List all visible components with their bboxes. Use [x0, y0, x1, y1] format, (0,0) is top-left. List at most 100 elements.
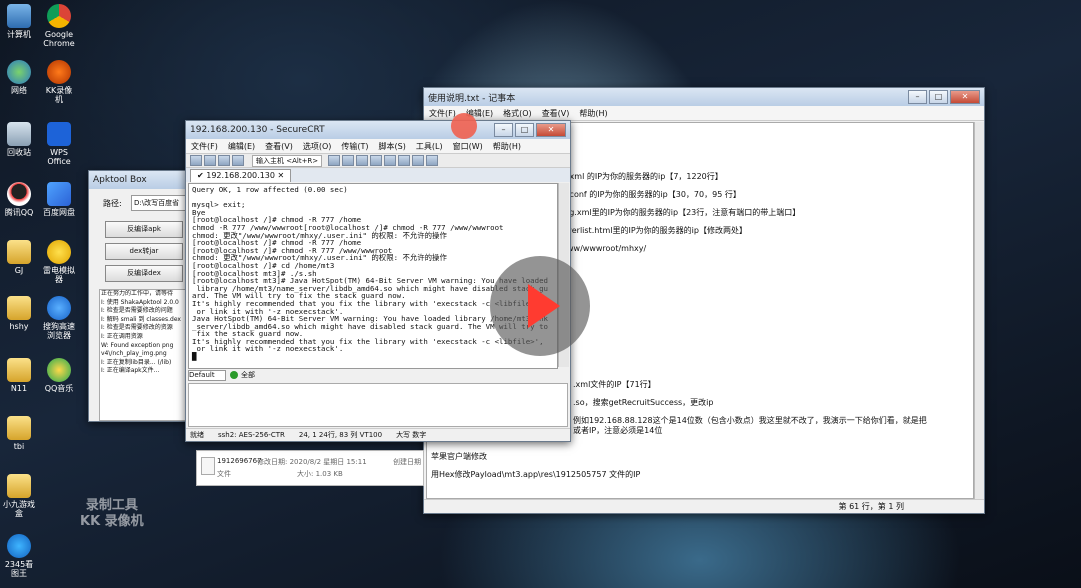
folder-icon: [7, 474, 31, 498]
notepad-scrollbar[interactable]: [974, 122, 984, 499]
close-button[interactable]: ✕: [536, 123, 566, 137]
menu-transfer[interactable]: 传输(T): [336, 141, 373, 152]
log-line: I: 正在编译apk文件...: [101, 367, 160, 375]
desktop-icon[interactable]: 搜狗高速浏览器: [42, 296, 76, 340]
command-window-bar: Default 全部: [188, 369, 568, 381]
print-icon[interactable]: [370, 155, 383, 166]
menu-help[interactable]: 帮助(H): [574, 108, 612, 119]
desktop-icon[interactable]: 百度网盘: [42, 182, 76, 217]
send-target-label[interactable]: 全部: [241, 370, 255, 380]
cursor-position: 第 61 行，第 1 列: [838, 502, 904, 511]
tab-session[interactable]: ✔ 192.168.200.130 ✕: [190, 169, 292, 182]
find-icon[interactable]: [356, 155, 369, 166]
securecrt-titlebar[interactable]: 192.168.200.130 - SecureCRT – □ ✕: [186, 121, 570, 139]
apktool-window[interactable]: Apktool Box 路径: D:\改写百度省 反编译apk dex转jar …: [88, 170, 189, 422]
securecrt-statusbar: 就绪 ssh2: AES-256-CTR 24, 1 24行, 83 列 VT1…: [186, 428, 570, 441]
text-line: ww/wwwroot/mhxy/: [567, 244, 647, 253]
desktop-icon[interactable]: WPS Office: [42, 122, 76, 166]
reconnect-icon[interactable]: [218, 155, 230, 166]
session-selector[interactable]: Default: [188, 369, 226, 381]
desktop-icon[interactable]: 腾讯QQ: [2, 182, 36, 217]
command-input[interactable]: [188, 383, 568, 427]
notepad-statusbar: 第 61 行，第 1 列: [424, 499, 984, 513]
menu-tools[interactable]: 工具(L): [411, 141, 448, 152]
recycle-bin-icon: [7, 122, 31, 146]
maximize-button[interactable]: □: [515, 123, 534, 137]
video-play-button[interactable]: [490, 256, 590, 356]
menu-window[interactable]: 窗口(W): [448, 141, 488, 152]
menu-help[interactable]: 帮助(H): [488, 141, 526, 152]
minimize-button[interactable]: –: [908, 90, 927, 104]
apktool-titlebar[interactable]: Apktool Box: [89, 171, 187, 189]
desktop-icon[interactable]: KK录像机: [42, 60, 76, 104]
text-line: .conf 的IP为你的服务器的ip【30，70，95 行】: [567, 190, 741, 199]
decompile-dex-button[interactable]: 反编译dex: [105, 265, 183, 282]
sftp-icon[interactable]: [398, 155, 411, 166]
menu-view[interactable]: 查看(V): [537, 108, 575, 119]
desktop-icon-label: Google Chrome: [43, 30, 75, 48]
help-icon[interactable]: [426, 155, 439, 166]
menu-file[interactable]: 文件(F): [186, 141, 223, 152]
decompile-apk-button[interactable]: 反编译apk: [105, 221, 183, 238]
menu-options[interactable]: 选项(O): [298, 141, 337, 152]
maximize-button[interactable]: □: [929, 90, 948, 104]
dex-to-jar-button[interactable]: dex转jar: [105, 243, 183, 260]
path-label: 路径:: [103, 199, 122, 208]
securecrt-menubar: 文件(F) 编辑(E) 查看(V) 选项(O) 传输(T) 脚本(S) 工具(L…: [186, 139, 570, 154]
menu-view[interactable]: 查看(V): [260, 141, 298, 152]
apktool-title: Apktool Box: [93, 175, 147, 185]
desktop-icon[interactable]: 回收站: [2, 122, 36, 157]
desktop-icon[interactable]: 雷电模拟器: [42, 240, 76, 284]
desktop-icon-label: KK录像机: [45, 86, 73, 104]
text-line: 用Hex修改Payload\mt3.app\res\1912505757 文件的…: [431, 470, 641, 479]
log-line: 正在努力的工作中，请等待: [101, 290, 174, 297]
status-position: 24, 1 24行, 83 列 VT100: [298, 431, 383, 439]
menu-format[interactable]: 格式(O): [498, 108, 537, 119]
desktop-icon-label: QQ音乐: [44, 384, 74, 393]
quick-connect-icon[interactable]: [204, 155, 216, 166]
desktop-icon-label: 搜狗高速浏览器: [43, 322, 75, 340]
desktop-icon[interactable]: Google Chrome: [42, 4, 76, 48]
copy-icon[interactable]: [328, 155, 341, 166]
desktop-icon-label: GJ: [14, 266, 24, 275]
log-line: I: 使用 ShakaApktool 2.0.0: [101, 298, 179, 306]
connect-icon[interactable]: [190, 155, 202, 166]
desktop-icon-label: tbi: [13, 442, 25, 451]
file-size: 大小: 1.03 KB: [297, 470, 343, 478]
baidu-netdisk-icon: [47, 182, 71, 206]
desktop-icon[interactable]: 小九游戏盒: [2, 474, 36, 518]
file-details-pane: 1912696767 修改日期: 2020/8/2 星期日 15:11 创建日期…: [196, 450, 424, 486]
host-input[interactable]: 输入主机 <Alt+R>: [252, 154, 323, 167]
text-line: .xml文件的IP【71行】: [573, 380, 656, 389]
session-tabbar: ✔ 192.168.200.130 ✕: [186, 168, 570, 182]
desktop-icon[interactable]: 计算机: [2, 4, 36, 39]
folder-icon: [7, 358, 31, 382]
status-protocol: ssh2: AES-256-CTR: [218, 431, 285, 439]
sogou-browser-icon: [47, 296, 71, 320]
desktop-icon[interactable]: N11: [2, 358, 36, 393]
notepad-titlebar[interactable]: 使用说明.txt - 记事本 – □ ✕: [424, 88, 984, 106]
desktop-icon[interactable]: tbi: [2, 416, 36, 451]
computer-icon: [7, 4, 31, 28]
desktop-icon[interactable]: hshy: [2, 296, 36, 331]
file-name: 1912696767: [217, 457, 262, 465]
menu-edit[interactable]: 编辑(E): [223, 141, 260, 152]
text-line: 或者IP，注意必须是14位: [573, 426, 663, 435]
keymap-icon[interactable]: [412, 155, 425, 166]
path-input[interactable]: D:\改写百度省: [131, 195, 189, 211]
menu-script[interactable]: 脚本(S): [374, 141, 411, 152]
desktop-icon[interactable]: 2345看图王: [2, 534, 36, 578]
close-button[interactable]: ✕: [950, 90, 980, 104]
kk-recorder-watermark: 录制工具 KK 录像机: [80, 498, 144, 529]
desktop-icon[interactable]: GJ: [2, 240, 36, 275]
network-icon: [7, 60, 31, 84]
paste-icon[interactable]: [342, 155, 355, 166]
minimize-button[interactable]: –: [494, 123, 513, 137]
play-icon: [528, 284, 560, 328]
text-line: verlist.html里的IP为你的服务器的ip【修改两处】: [567, 226, 747, 235]
disconnect-icon[interactable]: [232, 155, 244, 166]
desktop-icon-label: hshy: [9, 322, 29, 331]
settings-icon[interactable]: [384, 155, 397, 166]
desktop-icon[interactable]: QQ音乐: [42, 358, 76, 393]
desktop-icon[interactable]: 网络: [2, 60, 36, 95]
